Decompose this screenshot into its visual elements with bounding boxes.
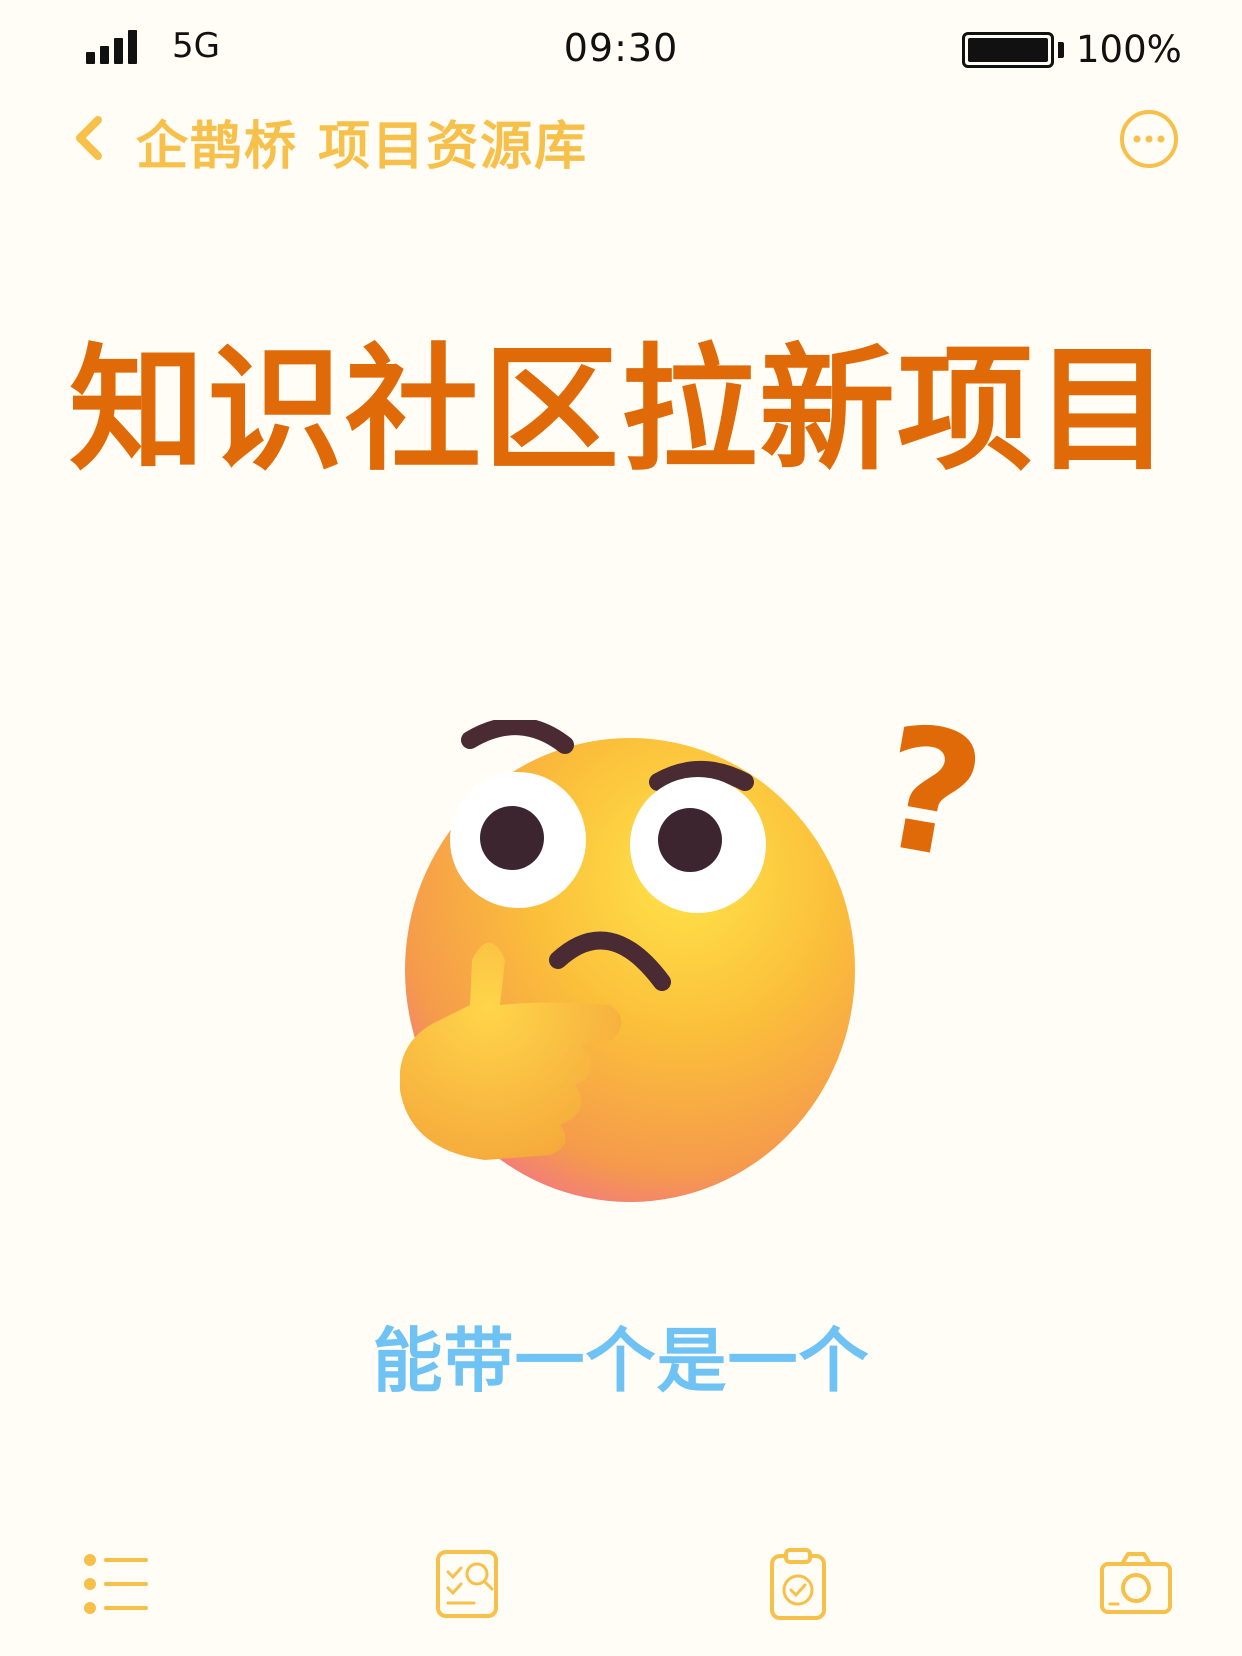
headline: 知识社区拉新项目 xyxy=(69,332,1173,490)
list-icon xyxy=(84,1554,148,1614)
battery-icon xyxy=(962,32,1054,68)
subtitle: 能带一个是一个 xyxy=(372,1320,870,1402)
more-button[interactable] xyxy=(1118,108,1180,170)
page-title: 企鹊桥 项目资源库 xyxy=(136,117,589,177)
tab-clipboard[interactable] xyxy=(760,1546,836,1622)
tab-camera[interactable] xyxy=(1098,1546,1174,1622)
more-horizontal-icon xyxy=(1120,110,1178,168)
tab-search-checklist[interactable] xyxy=(430,1546,506,1622)
tab-list[interactable] xyxy=(80,1546,156,1622)
battery-cap xyxy=(1058,42,1064,58)
battery-percent: 100% xyxy=(1076,28,1182,71)
question-mark: ? xyxy=(865,720,997,900)
chevron-left-icon xyxy=(76,116,102,160)
thinking-face-emoji: ? xyxy=(399,688,1040,1240)
checklist-search-icon xyxy=(436,1550,498,1618)
status-bar: 5G 09:30 100% xyxy=(0,0,1242,100)
camera-icon xyxy=(1100,1552,1172,1614)
back-button[interactable] xyxy=(70,110,116,166)
clipboard-check-icon xyxy=(770,1548,826,1620)
clock: 09:30 xyxy=(563,26,679,70)
battery-fill xyxy=(968,38,1048,62)
